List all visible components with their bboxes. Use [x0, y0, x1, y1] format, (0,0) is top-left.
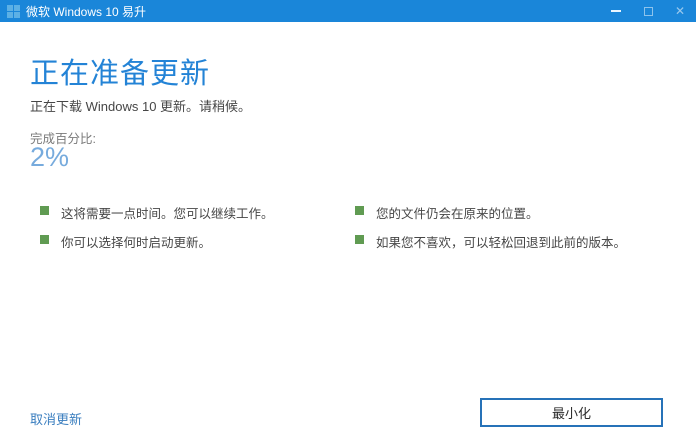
bullet-square-icon	[40, 235, 49, 244]
bullet-list-left: 这将需要一点时间。您可以继续工作。 你可以选择何时启动更新。	[40, 203, 360, 261]
list-item: 您的文件仍会在原来的位置。	[355, 203, 675, 222]
maximize-window-icon	[632, 0, 664, 22]
close-window-icon[interactable]: ✕	[664, 0, 696, 22]
window-controls: ✕	[600, 0, 696, 22]
titlebar: 微软 Windows 10 易升 ✕	[0, 0, 696, 22]
bullet-list-right: 您的文件仍会在原来的位置。 如果您不喜欢，可以轻松回退到此前的版本。	[355, 203, 675, 261]
bullet-text: 这将需要一点时间。您可以继续工作。	[61, 203, 274, 222]
list-item: 你可以选择何时启动更新。	[40, 232, 360, 251]
minimize-app-button[interactable]: 最小化	[480, 398, 663, 427]
list-item: 这将需要一点时间。您可以继续工作。	[40, 203, 360, 222]
cancel-update-link[interactable]: 取消更新	[30, 409, 82, 428]
list-item: 如果您不喜欢，可以轻松回退到此前的版本。	[355, 232, 675, 251]
windows-logo-icon	[7, 5, 20, 18]
bullet-text: 如果您不喜欢，可以轻松回退到此前的版本。	[376, 232, 626, 251]
window-title: 微软 Windows 10 易升	[26, 3, 146, 20]
percent-complete-value: 2%	[30, 142, 69, 173]
bullet-text: 你可以选择何时启动更新。	[61, 232, 211, 251]
page-title: 正在准备更新	[30, 50, 210, 92]
bullet-square-icon	[40, 206, 49, 215]
bullet-text: 您的文件仍会在原来的位置。	[376, 203, 539, 222]
bullet-square-icon	[355, 206, 364, 215]
update-assistant-window: 微软 Windows 10 易升 ✕ 正在准备更新 正在下载 Windows 1…	[0, 0, 696, 441]
bullet-square-icon	[355, 235, 364, 244]
status-text: 正在下载 Windows 10 更新。请稍候。	[30, 96, 251, 115]
minimize-window-icon[interactable]	[600, 0, 632, 22]
